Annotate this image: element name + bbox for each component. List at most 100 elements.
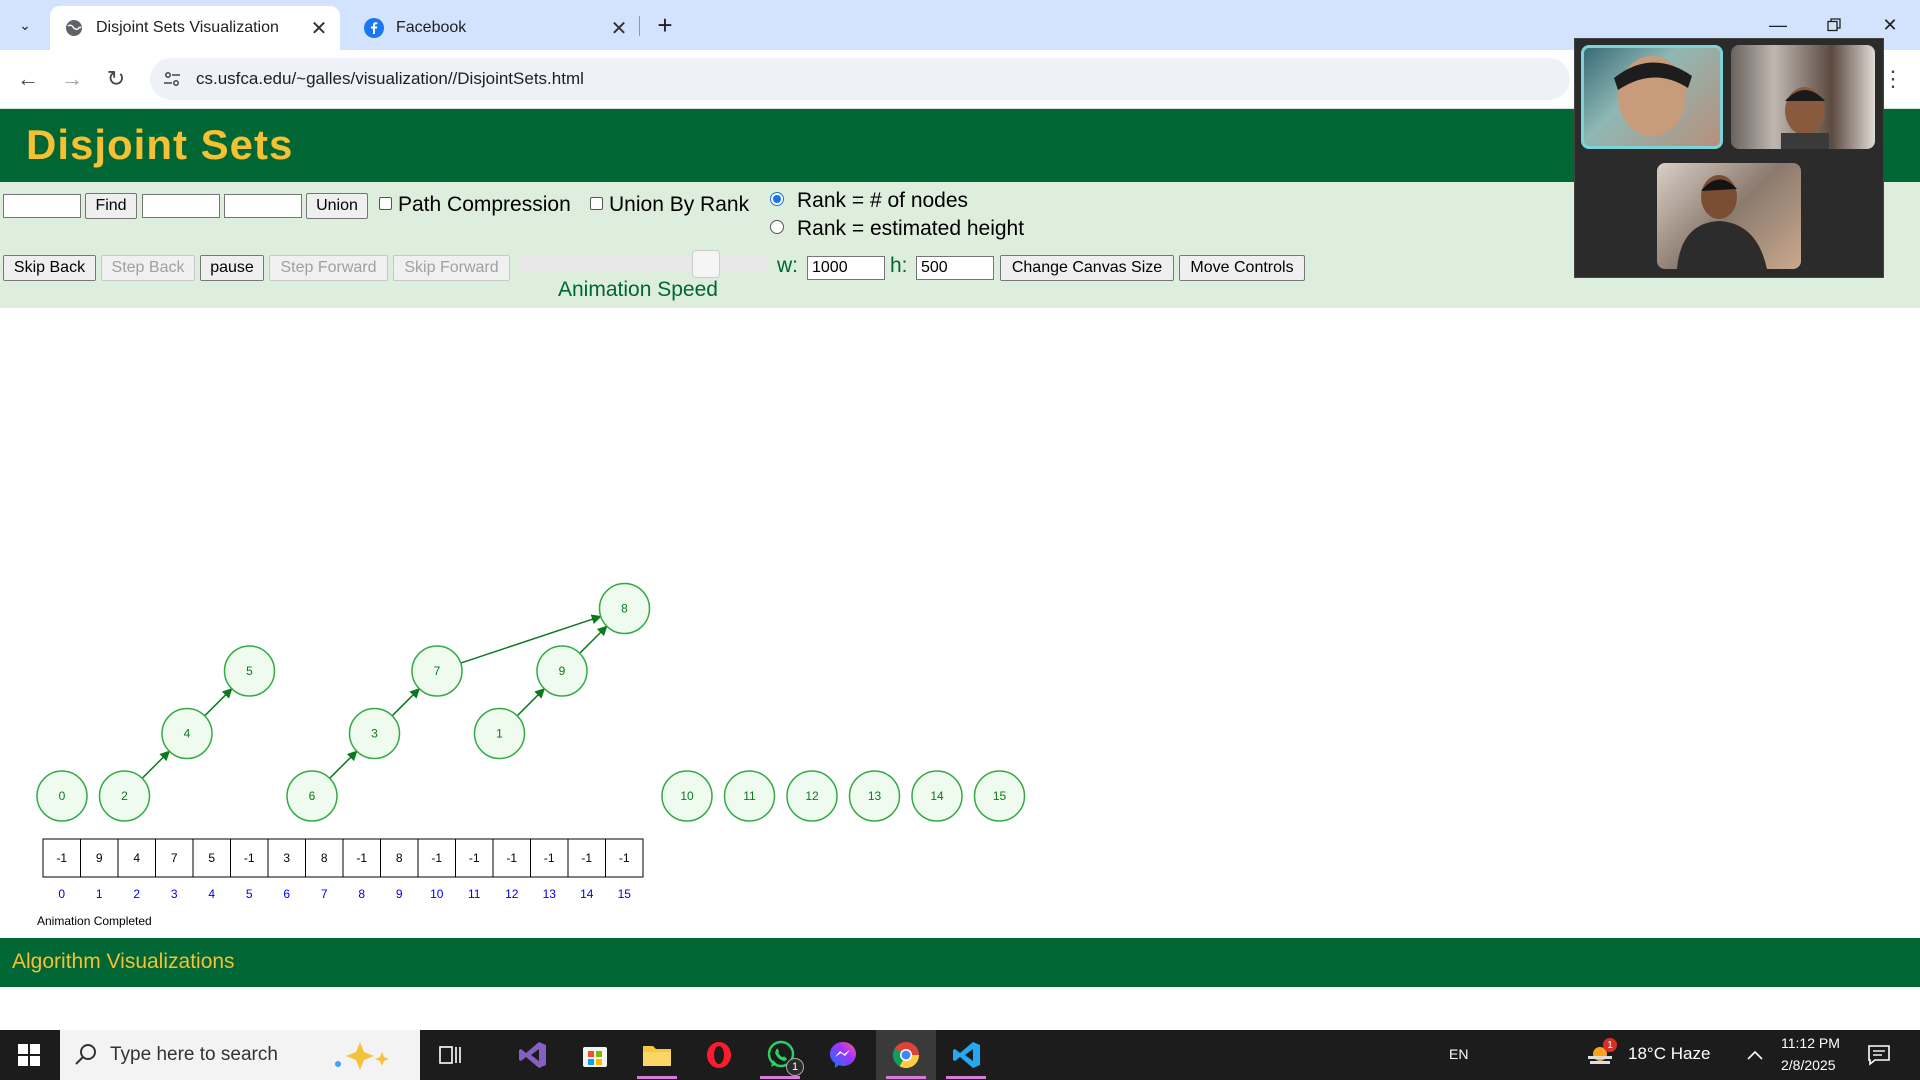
step-forward-button[interactable]: Step Forward xyxy=(269,255,388,281)
address-bar[interactable]: cs.usfca.edu/~galles/visualization//Disj… xyxy=(150,58,1570,100)
whatsapp-icon[interactable]: 1 xyxy=(764,1038,804,1076)
array-value: -1 xyxy=(56,851,67,865)
weather-icon[interactable]: 1 xyxy=(1585,1038,1619,1072)
node-label: 1 xyxy=(496,727,503,741)
width-label: w: xyxy=(777,254,798,277)
change-canvas-size-button[interactable]: Change Canvas Size xyxy=(1000,255,1174,281)
edge-9-to-8 xyxy=(579,625,608,654)
find-button[interactable]: Find xyxy=(85,193,137,219)
vscode-icon[interactable] xyxy=(950,1038,984,1072)
reload-icon[interactable]: ↻ xyxy=(100,63,132,95)
windows-start-icon[interactable] xyxy=(12,1038,46,1072)
array-value: 9 xyxy=(96,851,103,865)
edge-4-to-5 xyxy=(204,687,233,717)
canvas-height-input[interactable] xyxy=(916,256,994,280)
path-compression-checkbox[interactable] xyxy=(379,197,392,210)
messenger-icon[interactable] xyxy=(826,1038,860,1072)
rank-nodes-radio[interactable] xyxy=(770,192,784,206)
set-node-13: 13 xyxy=(848,770,901,822)
union-by-rank-checkbox[interactable] xyxy=(590,197,603,210)
skip-back-button[interactable]: Skip Back xyxy=(3,255,96,281)
whatsapp-running-indicator xyxy=(760,1076,800,1079)
opera-icon[interactable] xyxy=(702,1038,736,1072)
animation-speed-slider[interactable] xyxy=(520,256,768,272)
notifications-icon[interactable] xyxy=(1862,1038,1896,1072)
union-button[interactable]: Union xyxy=(306,193,368,219)
canvas-width-input[interactable] xyxy=(807,256,885,280)
visualization-canvas: 0 1 2 3 4 5 6 7 8 9 10 11 12 13 14 15 -1 0 9 1 4 2 7 3 5 4 -1 5 3 6 8… xyxy=(0,308,1920,938)
union-input-1[interactable] xyxy=(142,194,220,218)
forward-arrow-icon[interactable]: → xyxy=(56,63,88,95)
array-index: 2 xyxy=(133,887,140,901)
skip-forward-button[interactable]: Skip Forward xyxy=(393,255,510,281)
height-label: h: xyxy=(890,254,908,277)
set-node-0: 0 xyxy=(36,770,88,822)
animation-speed-slider-thumb[interactable] xyxy=(691,250,720,278)
node-label: 3 xyxy=(371,727,378,741)
move-controls-button[interactable]: Move Controls xyxy=(1179,255,1305,281)
array-value: -1 xyxy=(244,851,255,865)
tab-search-button[interactable]: ⌄ xyxy=(12,12,38,38)
array-value: -1 xyxy=(619,851,630,865)
disjoint-sets-svg: 012345678910 11 12 13 14 15 -1091427354-15368… xyxy=(36,582,1026,928)
chrome-running-indicator xyxy=(886,1076,926,1079)
task-view-icon[interactable] xyxy=(433,1038,467,1072)
array-index: 1 xyxy=(96,887,103,901)
weather-text[interactable]: 18°C Haze xyxy=(1628,1044,1710,1064)
union-input-2[interactable] xyxy=(224,194,302,218)
node-label: 12 xyxy=(805,789,819,803)
pause-button[interactable]: pause xyxy=(200,255,264,281)
footer-title[interactable]: Algorithm Visualizations xyxy=(12,950,235,974)
array-value: -1 xyxy=(356,851,367,865)
vscode-running-indicator xyxy=(946,1076,986,1079)
parent-array: -1091427354-153687-1889-110-111-112-113-… xyxy=(42,838,644,901)
array-index: 6 xyxy=(283,887,290,901)
video-call-overlay[interactable] xyxy=(1574,38,1884,278)
windows-taskbar: Type here to search 1 EN 1 18°C Haze 11:… xyxy=(0,1030,1920,1080)
visual-studio-icon[interactable] xyxy=(516,1038,550,1072)
close-tab-icon[interactable]: ✕ xyxy=(608,17,630,40)
array-value: -1 xyxy=(431,851,442,865)
array-index: 15 xyxy=(618,887,632,901)
animation-status: Animation Completed xyxy=(37,914,152,928)
search-icon xyxy=(74,1042,98,1071)
taskbar-search-box[interactable]: Type here to search xyxy=(60,1030,420,1080)
new-tab-button[interactable]: + xyxy=(650,10,680,40)
language-indicator[interactable]: EN xyxy=(1449,1046,1468,1062)
find-input[interactable] xyxy=(3,194,81,218)
clock-time[interactable]: 11:12 PM xyxy=(1781,1035,1840,1051)
array-value: 5 xyxy=(208,851,215,865)
search-placeholder: Type here to search xyxy=(110,1044,278,1065)
array-value: -1 xyxy=(506,851,517,865)
microsoft-store-icon[interactable] xyxy=(578,1038,612,1072)
chrome-icon[interactable] xyxy=(889,1038,923,1072)
set-node-10: 10 xyxy=(661,770,713,822)
participant-video-1[interactable] xyxy=(1581,45,1723,149)
participant-video-2[interactable] xyxy=(1731,45,1875,149)
participant-video-3[interactable] xyxy=(1657,163,1801,269)
array-index: 3 xyxy=(171,887,178,901)
step-back-button[interactable]: Step Back xyxy=(101,255,195,281)
set-node-5: 5 xyxy=(223,645,276,697)
set-node-2: 2 xyxy=(98,770,151,822)
array-value: -1 xyxy=(581,851,592,865)
tab-facebook[interactable]: Facebook ✕ xyxy=(350,6,640,50)
array-index: 14 xyxy=(580,887,594,901)
clock-date[interactable]: 2/8/2025 xyxy=(1781,1057,1836,1073)
rank-height-radio[interactable] xyxy=(770,220,784,234)
animation-speed-label: Animation Speed xyxy=(558,278,718,301)
tab-disjoint-sets[interactable]: Disjoint Sets Visualization ✕ xyxy=(50,6,340,50)
back-arrow-icon[interactable]: ← xyxy=(12,63,44,95)
set-node-11: 11 xyxy=(723,770,776,822)
close-tab-icon[interactable]: ✕ xyxy=(308,17,330,40)
chevron-down-icon: ⌄ xyxy=(19,16,31,33)
site-settings-icon[interactable] xyxy=(160,67,184,91)
node-label: 10 xyxy=(680,789,694,803)
chevron-up-icon[interactable] xyxy=(1738,1038,1772,1072)
node-label: 11 xyxy=(743,789,756,803)
set-node-15: 15 xyxy=(973,770,1026,822)
rank-height-label: Rank = estimated height xyxy=(797,217,1025,240)
array-index: 9 xyxy=(396,887,403,901)
array-value: -1 xyxy=(544,851,555,865)
file-explorer-icon[interactable] xyxy=(640,1038,674,1072)
